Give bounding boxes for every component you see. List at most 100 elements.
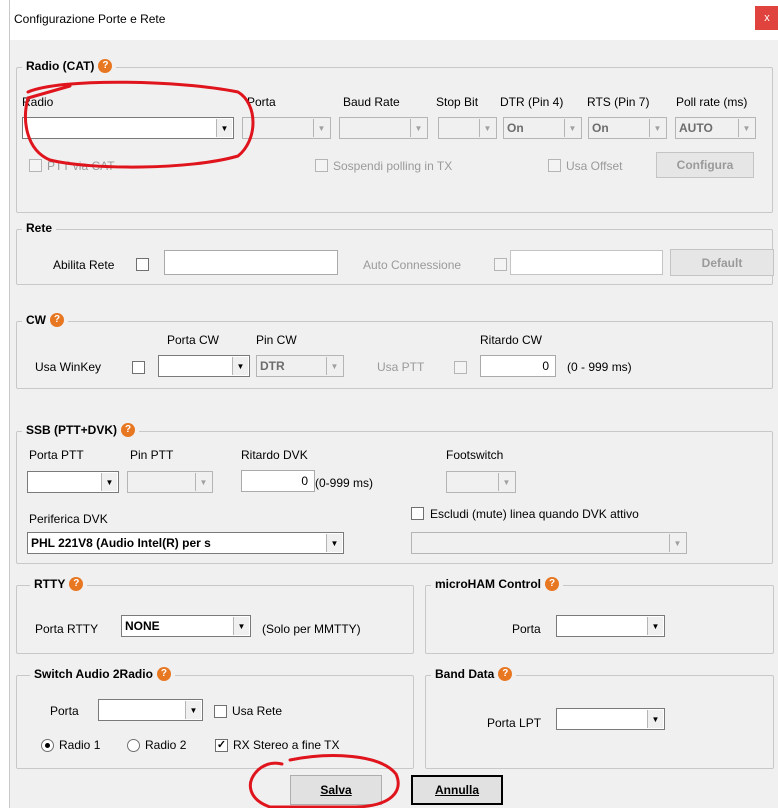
chevron-down-icon: ▼ [313, 119, 329, 137]
porta-ptt-select[interactable]: ▼ [27, 471, 119, 493]
rx-stereo-checkbox[interactable]: ✓ [215, 739, 228, 752]
window-title: Configurazione Porte e Rete [14, 12, 166, 26]
pin-cw-label: Pin CW [256, 333, 297, 347]
porta-rtty-select[interactable]: NONE ▼ [121, 615, 251, 637]
periferica-dvk-select[interactable]: PHL 221V8 (Audio Intel(R) per s ▼ [27, 532, 344, 554]
usa-ptt-checkbox[interactable] [454, 361, 467, 374]
chevron-down-icon: ▼ [326, 534, 342, 552]
cw-title: CW? [22, 313, 68, 327]
sospendi-checkbox[interactable] [315, 159, 328, 172]
usa-ptt-label: Usa PTT [377, 360, 425, 374]
radio2-label: Radio 2 [145, 738, 187, 752]
ritardo-cw-input[interactable]: 0 [480, 355, 556, 377]
radio-label: Radio [22, 95, 54, 109]
salva-label: Salva [320, 783, 352, 797]
chevron-down-icon: ▼ [233, 617, 249, 635]
chevron-down-icon: ▼ [479, 119, 495, 137]
chevron-down-icon: ▼ [647, 710, 663, 728]
pin-ptt-select[interactable]: ▼ [127, 471, 213, 493]
abilita-rete-checkbox[interactable] [136, 258, 149, 271]
porta-lpt-select[interactable]: ▼ [556, 708, 665, 730]
stop-bit-select[interactable]: ▼ [438, 117, 497, 139]
chevron-down-icon: ▼ [216, 119, 232, 137]
rts-select[interactable]: On ▼ [588, 117, 667, 139]
usa-winkey-checkbox[interactable] [132, 361, 145, 374]
chevron-down-icon: ▼ [647, 617, 663, 635]
porta-rtty-label: Porta RTTY [35, 622, 99, 636]
porta-ptt-label: Porta PTT [29, 448, 84, 462]
ritardo-cw-range: (0 - 999 ms) [567, 360, 632, 374]
usa-rete-label: Usa Rete [232, 704, 283, 718]
configura-button[interactable]: Configura [656, 152, 754, 178]
radio1-option[interactable] [41, 739, 54, 752]
help-icon[interactable]: ? [98, 59, 113, 73]
porta-lpt-label: Porta LPT [487, 716, 542, 730]
help-icon[interactable]: ? [69, 577, 84, 591]
auto-connessione-checkbox[interactable] [494, 258, 507, 271]
ptt-via-cat-label: PTT via CAT [47, 159, 115, 173]
chevron-down-icon: ▼ [185, 701, 201, 719]
abilita-rete-label: Abilita Rete [53, 258, 115, 272]
dialog-window: Configurazione Porte e Rete x Radio (CAT… [9, 0, 778, 808]
chevron-down-icon: ▼ [738, 119, 754, 137]
chevron-down-icon: ▼ [410, 119, 426, 137]
escludi-label: Escludi (mute) linea quando DVK attivo [430, 507, 639, 521]
ritardo-dvk-label: Ritardo DVK [241, 448, 308, 462]
ritardo-dvk-range: (0-999 ms) [315, 476, 374, 490]
sospendi-label: Sospendi polling in TX [333, 159, 453, 173]
cw-group [16, 321, 773, 389]
help-icon[interactable]: ? [545, 577, 559, 591]
poll-rate-select[interactable]: AUTO ▼ [675, 117, 756, 139]
porta-cw-select[interactable]: ▼ [158, 355, 250, 377]
help-icon[interactable]: ? [498, 667, 513, 681]
baud-rate-label: Baud Rate [343, 95, 400, 109]
dtr-label: DTR (Pin 4) [500, 95, 564, 109]
porta-cw-label: Porta CW [167, 333, 220, 347]
usa-offset-label: Usa Offset [566, 159, 623, 173]
stop-bit-label: Stop Bit [436, 95, 479, 109]
annulla-label: Annulla [435, 783, 479, 797]
ptt-via-cat-checkbox[interactable] [29, 159, 42, 172]
close-icon: x [764, 12, 770, 24]
salva-button[interactable]: Salva [290, 775, 382, 805]
help-icon[interactable]: ? [156, 667, 171, 681]
chevron-down-icon: ▼ [326, 357, 342, 375]
switch-audio-title: Switch Audio 2Radio? [30, 667, 175, 681]
close-button[interactable]: x [755, 6, 778, 30]
help-icon[interactable]: ? [50, 313, 64, 327]
switch-porta-select[interactable]: ▼ [98, 699, 203, 721]
auto-connessione-input[interactable] [510, 250, 663, 275]
microham-title: microHAM Control? [431, 577, 563, 591]
chevron-down-icon: ▼ [195, 473, 211, 491]
pin-cw-select[interactable]: DTR ▼ [256, 355, 344, 377]
usa-offset-checkbox[interactable] [548, 159, 561, 172]
annulla-button[interactable]: Annulla [411, 775, 503, 805]
periferica-dvk-label: Periferica DVK [29, 512, 108, 526]
rtty-note: (Solo per MMTTY) [262, 622, 361, 636]
pin-ptt-label: Pin PTT [130, 448, 174, 462]
ssb-title: SSB (PTT+DVK)? [22, 423, 140, 437]
chevron-down-icon: ▼ [101, 473, 117, 491]
escludi-line-select[interactable]: ▼ [411, 532, 687, 554]
dtr-select[interactable]: On ▼ [503, 117, 582, 139]
chevron-down-icon: ▼ [564, 119, 580, 137]
porta-select[interactable]: ▼ [242, 117, 331, 139]
radio2-option[interactable] [127, 739, 140, 752]
footswitch-select[interactable]: ▼ [446, 471, 516, 493]
chevron-down-icon: ▼ [669, 534, 685, 552]
radio-select[interactable]: ▼ [22, 117, 234, 139]
escludi-checkbox[interactable] [411, 507, 424, 520]
chevron-down-icon: ▼ [232, 357, 248, 375]
ritardo-dvk-input[interactable]: 0 [241, 470, 315, 492]
rete-title: Rete [22, 221, 57, 235]
baud-rate-select[interactable]: ▼ [339, 117, 428, 139]
help-icon[interactable]: ? [121, 423, 136, 437]
default-button[interactable]: Default [670, 249, 774, 276]
footswitch-label: Footswitch [446, 448, 504, 462]
rtty-title: RTTY? [30, 577, 88, 591]
auto-connessione-label: Auto Connessione [363, 258, 462, 272]
ritardo-cw-label: Ritardo CW [480, 333, 543, 347]
usa-rete-checkbox[interactable] [214, 705, 227, 718]
rete-address-input[interactable] [164, 250, 338, 275]
microham-porta-select[interactable]: ▼ [556, 615, 665, 637]
